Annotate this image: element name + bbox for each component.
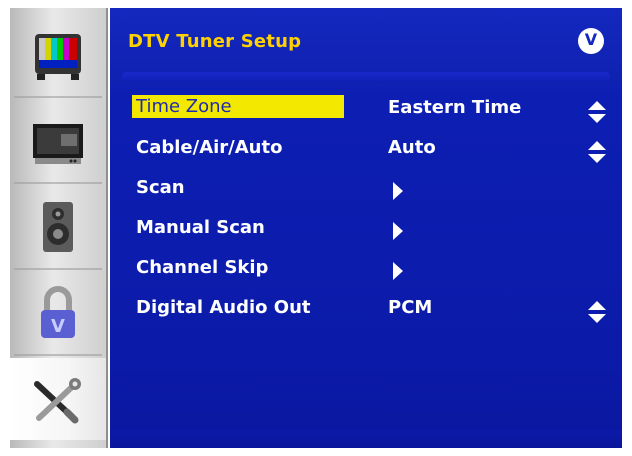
sidebar-item-lock[interactable]: V xyxy=(10,272,106,354)
menu-item-manual-scan[interactable]: Manual Scan xyxy=(110,212,622,252)
menu-item-label: Digital Audio Out xyxy=(136,297,311,318)
menu-item-label: Channel Skip xyxy=(136,257,269,278)
picture-icon xyxy=(35,34,81,80)
menu-item-channel-skip[interactable]: Channel Skip xyxy=(110,252,622,292)
menu-item-label: Cable/Air/Auto xyxy=(136,137,283,158)
sidebar-divider xyxy=(14,354,102,356)
sidebar-divider xyxy=(14,268,102,270)
sidebar-divider xyxy=(14,182,102,184)
tools-icon xyxy=(34,378,81,424)
osd-screen: V DTV Tuner Setup V Time Zone Eastern Ti… xyxy=(0,0,632,456)
sidebar-item-tv[interactable] xyxy=(10,100,106,182)
menu-item-label: Scan xyxy=(136,177,185,198)
header-divider xyxy=(122,72,610,82)
menu-item-value: Eastern Time xyxy=(388,97,522,118)
sidebar-item-audio[interactable] xyxy=(10,186,106,268)
menu-item-scan[interactable]: Scan xyxy=(110,172,622,212)
footer-bar xyxy=(110,430,622,448)
sidebar: V xyxy=(10,8,108,448)
speaker-icon xyxy=(43,202,73,252)
up-down-arrows-icon[interactable] xyxy=(588,301,606,323)
up-down-arrows-icon[interactable] xyxy=(588,101,606,123)
chevron-right-icon[interactable] xyxy=(393,262,403,280)
menu-item-digital-audio-out[interactable]: Digital Audio Out PCM xyxy=(110,292,622,332)
menu-item-time-zone[interactable]: Time Zone Eastern Time xyxy=(110,92,622,132)
vizio-logo-icon: V xyxy=(578,28,604,54)
header-bar: DTV Tuner Setup V xyxy=(110,8,622,84)
tv-icon xyxy=(33,124,83,164)
menu-item-cable-air-auto[interactable]: Cable/Air/Auto Auto xyxy=(110,132,622,172)
menu-item-label: Time Zone xyxy=(132,95,344,118)
chevron-right-icon[interactable] xyxy=(393,182,403,200)
menu-item-value: Auto xyxy=(388,137,436,158)
page-title: DTV Tuner Setup xyxy=(128,31,302,52)
svg-text:V: V xyxy=(51,316,65,337)
sidebar-item-picture[interactable] xyxy=(10,14,106,96)
menu-item-label: Manual Scan xyxy=(136,217,265,238)
sidebar-divider xyxy=(14,96,102,98)
menu-item-value: PCM xyxy=(388,297,433,318)
up-down-arrows-icon[interactable] xyxy=(588,141,606,163)
logo-letter: V xyxy=(584,30,598,49)
chevron-right-icon[interactable] xyxy=(393,222,403,240)
lock-icon: V xyxy=(41,286,75,338)
dtv-tuner-setup-panel: DTV Tuner Setup V Time Zone Eastern Time… xyxy=(110,8,622,448)
sidebar-item-setup[interactable] xyxy=(10,358,106,440)
